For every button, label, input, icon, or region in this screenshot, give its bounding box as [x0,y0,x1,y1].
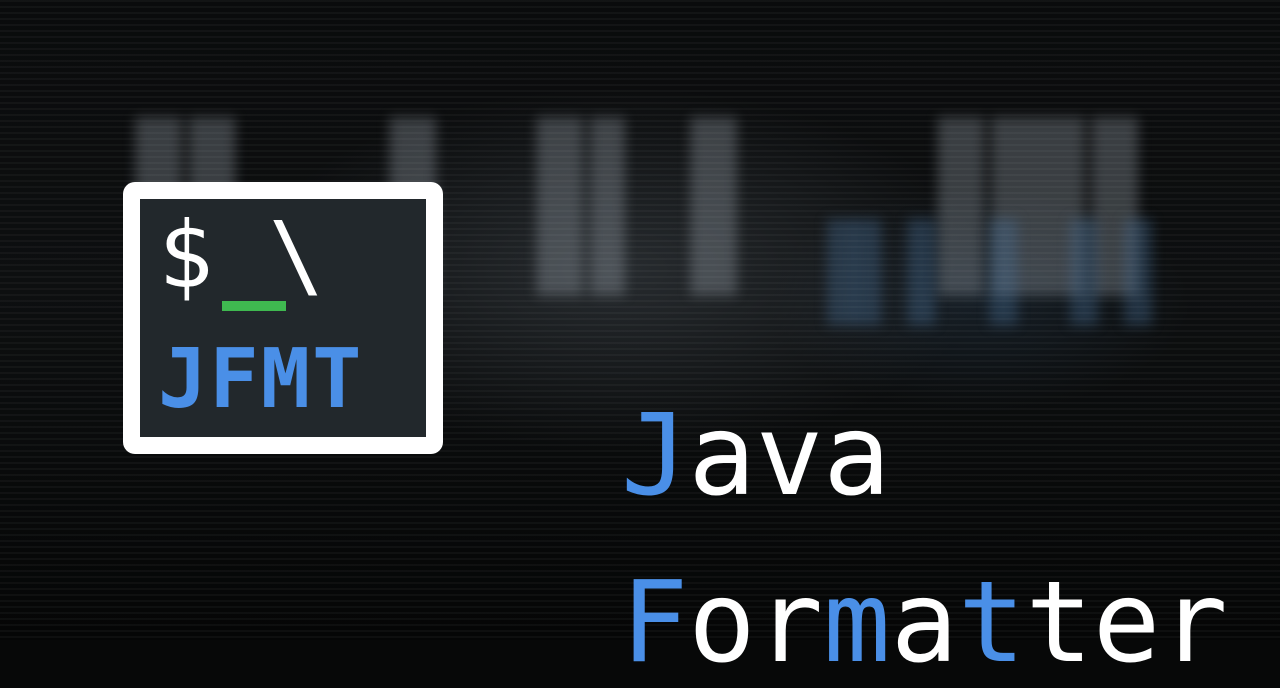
title-segment: m [823,558,891,688]
logo-badge-text: JFMT [158,332,364,427]
title-segment: or [688,558,824,688]
title-segment: ter [1025,558,1228,688]
title-line-java: Java [486,176,891,512]
title-line-formatter: Formatter [486,343,1228,679]
title-segment: F [620,558,689,688]
jfmt-logo: $ \ JFMT [123,182,443,454]
title-segment: t [958,558,1026,688]
title-segment: a [890,558,959,688]
terminal-panel: $ \ JFMT [140,199,426,437]
terminal-prompt: $ \ [158,202,325,309]
terminal-cursor [222,301,286,311]
